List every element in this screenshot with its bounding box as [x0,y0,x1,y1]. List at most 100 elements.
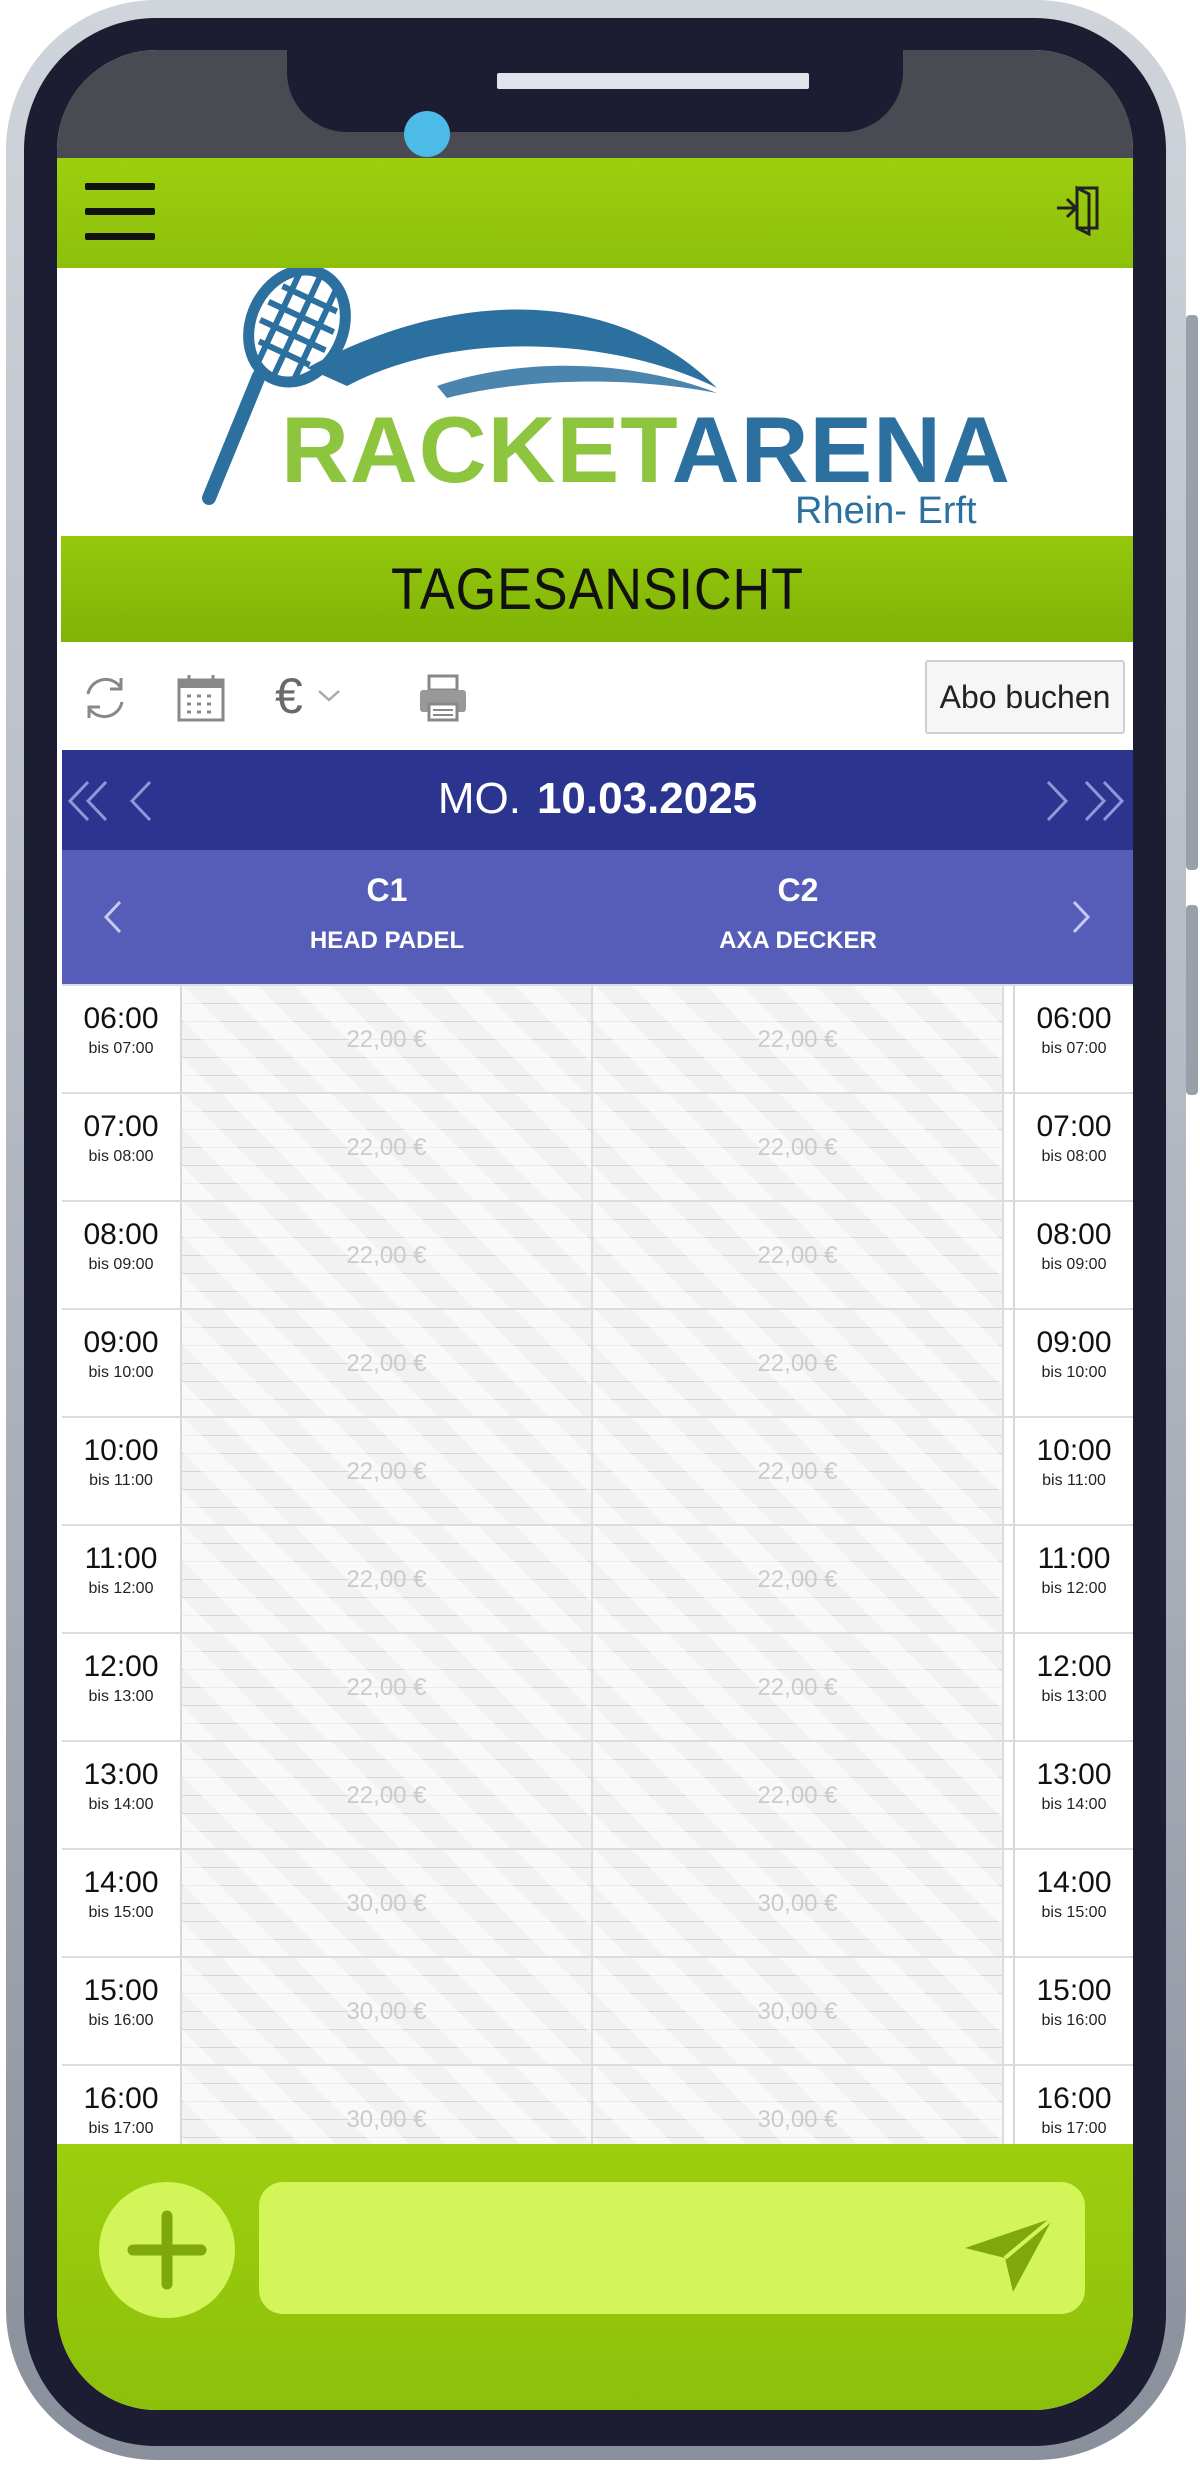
time-row: 06:00 bis 07:00 22,00 € 22,00 € 06:00 bis … [62,984,1133,1094]
time-row: 08:00 bis 09:00 22,00 € 22,00 € 08:00 bis … [62,1200,1133,1310]
booking-slot[interactable]: 22,00 € [182,1094,593,1202]
camera-icon [404,111,450,157]
booking-slot[interactable]: 22,00 € [182,1742,593,1850]
page-title: TAGESANSICHT [390,556,804,622]
time-label-left: 15:00 bis 16:00 [62,1958,182,2066]
time-row: 12:00 bis 13:00 22,00 € 22,00 € 12:00 bis … [62,1632,1133,1742]
time-label-right: 07:00 bis 08:00 [1013,1094,1133,1202]
weekday-label: MO. [437,774,521,823]
plus-icon [127,2210,207,2290]
time-row: 13:00 bis 14:00 22,00 € 22,00 € 13:00 bis … [62,1740,1133,1850]
time-row: 07:00 bis 08:00 22,00 € 22,00 € 07:00 bis … [62,1092,1133,1202]
booking-grid: 06:00 bis 07:00 22,00 € 22,00 € 06:00 bis … [62,984,1133,2144]
time-label-right: 08:00 bis 09:00 [1013,1202,1133,1310]
time-row: 10:00 bis 11:00 22,00 € 22,00 € 10:00 bis … [62,1416,1133,1526]
time-label-left: 11:00 bis 12:00 [62,1526,182,1634]
court-prev-chevron-icon[interactable] [94,892,134,942]
hamburger-menu-icon[interactable] [85,183,155,241]
booking-slot[interactable]: 22,00 € [182,986,593,1094]
message-input[interactable] [283,2202,943,2294]
booking-slot[interactable]: 22,00 € [182,1418,593,1526]
refresh-icon[interactable] [79,672,131,724]
time-label-right: 10:00 bis 11:00 [1013,1418,1133,1526]
time-label-left: 16:00 bis 17:00 [62,2066,182,2144]
phone-notch [287,50,903,132]
booking-slot[interactable]: 30,00 € [182,2066,593,2144]
time-label-left: 13:00 bis 14:00 [62,1742,182,1850]
phone-side-button [1186,315,1198,870]
time-label-left: 12:00 bis 13:00 [62,1634,182,1742]
booking-slot[interactable]: 30,00 € [182,1850,593,1958]
booking-slot[interactable]: 22,00 € [593,1418,1004,1526]
message-box [259,2182,1085,2314]
court-header: C1 HEAD PADEL C2 AXA DECKER [62,850,1133,984]
status-area [57,50,1133,158]
time-label-right: 09:00 bis 10:00 [1013,1310,1133,1418]
court-column-c1: C1 HEAD PADEL [237,872,537,955]
court-sponsor: AXA DECKER [719,927,877,954]
logo-subtitle: Rhein- Erft [795,490,977,532]
booking-slot[interactable]: 22,00 € [182,1310,593,1418]
booking-slot[interactable]: 22,00 € [593,986,1004,1094]
date-navigation: MO. 10.03.2025 [62,750,1133,850]
time-label-left: 14:00 bis 15:00 [62,1850,182,1958]
time-label-left: 08:00 bis 09:00 [62,1202,182,1310]
booking-slot[interactable]: 22,00 € [593,1094,1004,1202]
time-label-left: 09:00 bis 10:00 [62,1310,182,1418]
time-label-right: 16:00 bis 17:00 [1013,2066,1133,2144]
toolbar: € Abo buchen [57,642,1133,750]
court-sponsor: HEAD PADEL [309,927,465,954]
send-icon[interactable] [961,2214,1057,2296]
time-label-right: 12:00 bis 13:00 [1013,1634,1133,1742]
booking-slot[interactable]: 22,00 € [182,1634,593,1742]
time-row: 09:00 bis 10:00 22,00 € 22,00 € 09:00 bis … [62,1308,1133,1418]
booking-slot[interactable]: 30,00 € [593,2066,1004,2144]
euro-icon: € [275,668,303,724]
logout-icon[interactable] [1053,180,1109,236]
time-row: 16:00 bis 17:00 30,00 € 30,00 € 16:00 bis … [62,2064,1133,2144]
app-screen: RACKETARENA Rhein- Erft TAGESANSICHT € A… [57,50,1133,2410]
calendar-icon[interactable] [175,672,227,724]
current-date: MO. 10.03.2025 [62,774,1133,824]
abo-buchen-button[interactable]: Abo buchen [925,660,1125,734]
printer-icon[interactable] [417,672,469,724]
booking-slot[interactable]: 22,00 € [593,1634,1004,1742]
time-label-left: 07:00 bis 08:00 [62,1094,182,1202]
booking-slot[interactable]: 22,00 € [593,1742,1004,1850]
booking-slot[interactable]: 22,00 € [593,1526,1004,1634]
time-label-left: 10:00 bis 11:00 [62,1418,182,1526]
top-bar [57,158,1133,268]
court-column-c2: C2 AXA DECKER [648,872,948,955]
currency-dropdown[interactable]: € [275,666,341,726]
time-label-left: 06:00 bis 07:00 [62,986,182,1094]
chevron-right-icon[interactable] [1028,776,1078,826]
add-button[interactable] [99,2182,235,2318]
time-row: 15:00 bis 16:00 30,00 € 30,00 € 15:00 bis … [62,1956,1133,2066]
logo: RACKETARENA Rhein- Erft [57,268,1133,536]
bottom-bar [57,2144,1133,2410]
date-label: 10.03.2025 [536,774,758,823]
time-label-right: 11:00 bis 12:00 [1013,1526,1133,1634]
booking-slot[interactable]: 30,00 € [593,1850,1004,1958]
court-name: C1 [366,872,408,908]
time-label-right: 06:00 bis 07:00 [1013,986,1133,1094]
time-row: 14:00 bis 15:00 30,00 € 30,00 € 14:00 bis … [62,1848,1133,1958]
booking-slot[interactable]: 30,00 € [182,1958,593,2066]
booking-slot[interactable]: 22,00 € [182,1526,593,1634]
court-next-chevron-icon[interactable] [1060,892,1100,942]
double-chevron-right-icon[interactable] [1078,776,1128,826]
logo-wordmark: RACKETARENA [281,397,1011,502]
time-label-right: 13:00 bis 14:00 [1013,1742,1133,1850]
phone-speaker [497,73,809,89]
booking-slot[interactable]: 30,00 € [593,1958,1004,2066]
time-label-right: 14:00 bis 15:00 [1013,1850,1133,1958]
time-row: 11:00 bis 12:00 22,00 € 22,00 € 11:00 bis … [62,1524,1133,1634]
court-name: C2 [777,872,819,908]
phone-side-button [1186,905,1198,1095]
booking-slot[interactable]: 22,00 € [593,1310,1004,1418]
page-title-bar: TAGESANSICHT [61,536,1133,642]
booking-slot[interactable]: 22,00 € [182,1202,593,1310]
booking-slot[interactable]: 22,00 € [593,1202,1004,1310]
time-label-right: 15:00 bis 16:00 [1013,1958,1133,2066]
chevron-down-icon [317,690,340,702]
